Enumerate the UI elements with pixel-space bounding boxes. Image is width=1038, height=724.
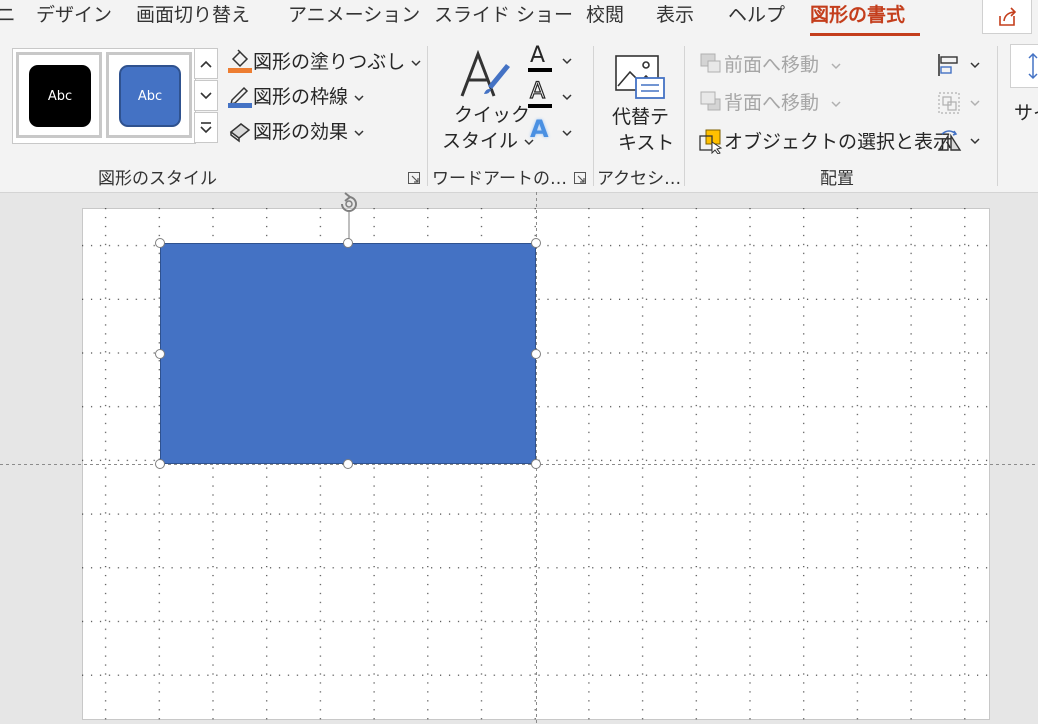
send-backward-icon [700,91,721,111]
group-objects-button[interactable] [936,90,984,116]
dialog-launcher-icon[interactable] [408,172,420,184]
selection-pane-label: オブジェクトの選択と表示 [724,131,953,153]
ribbon: Abc Abc 図形の塗りつぶし 図形の枠線 図形の効果 図形のスタイル クイッ… [0,36,1038,193]
tab-view[interactable]: 表示 [656,2,694,28]
align-left-icon [938,54,958,76]
text-effects-icon: A [530,115,549,143]
style-swatch: Abc [29,65,91,127]
text-outline-color-bar [528,104,552,108]
group-label-arrange: 配置 [820,169,854,189]
chevron-down-icon [970,138,980,145]
share-icon [999,7,1017,26]
chevron-down-icon [411,60,421,67]
tab-design[interactable]: デザイン [36,2,112,28]
chevron-down-icon [562,58,572,65]
chevron-down-icon [354,130,364,137]
chevron-up-icon [200,60,212,68]
chevron-down-icon [562,130,572,137]
chevron-down-icon [970,62,980,69]
resize-handle-left[interactable] [155,349,165,359]
gallery-more-button[interactable] [194,112,218,143]
resize-handle-top-right[interactable] [531,238,541,248]
dialog-launcher-icon[interactable] [574,172,586,184]
effects-icon [229,123,251,143]
tab-help[interactable]: ヘルプ [728,2,785,28]
shape-outline-button[interactable]: 図形の枠線 [227,82,364,110]
resize-handle-right[interactable] [531,349,541,359]
quick-styles-label-text: スタイル [442,130,519,152]
rotate-button[interactable] [936,128,984,154]
shape-style-gallery: Abc Abc [12,48,196,144]
paint-bucket-icon [228,49,252,73]
send-backward-button[interactable]: 背面へ移動 [698,90,841,116]
text-outline-icon: A [529,78,546,104]
tab-transitions[interactable]: 画面切り替え [136,2,250,28]
align-button[interactable] [936,52,984,78]
quick-styles-button[interactable]: クイック スタイル [440,48,534,158]
share-button[interactable] [982,0,1032,34]
bring-forward-button[interactable]: 前面へ移動 [698,52,841,78]
group-label-accessibility: アクセシ… [597,169,682,189]
chevron-down-icon [831,101,841,108]
shape-height-field[interactable] [1010,44,1038,88]
tab-animations-partial[interactable]: アニ [0,2,16,28]
selected-rectangle-shape[interactable] [160,243,536,464]
group-separator [593,46,594,186]
style-swatch: Abc [119,65,181,127]
shape-fill-label: 図形の塗りつぶし [253,51,406,73]
ribbon-tab-bar: アニ デザイン 画面切り替え アニメーション スライド ショー 校閲 表示 ヘル… [0,0,1038,36]
group-label-wordart: ワードアートの… [432,169,567,189]
text-fill-button[interactable]: A [526,43,576,74]
alt-text-label-line1: 代替テ [612,106,670,128]
text-fill-icon: A [530,43,546,68]
size-label-partial: サイ [1014,102,1038,124]
alt-text-icon [615,55,665,99]
expand-gallery-icon [200,121,212,133]
quick-styles-label-line1: クイック [454,104,531,126]
height-arrows-icon [1028,52,1038,80]
wordart-quick-style-icon [460,50,510,97]
shape-outline-label: 図形の枠線 [253,86,349,108]
text-outline-button[interactable]: A [526,78,576,110]
shape-effects-button[interactable]: 図形の効果 [227,117,364,145]
tab-slideshow[interactable]: スライド ショー [434,2,573,28]
shape-fill-button[interactable]: 図形の塗りつぶし [227,47,421,75]
resize-handle-top[interactable] [343,238,353,248]
chevron-down-icon [354,95,364,102]
alt-text-label-line2: キスト [618,132,675,154]
group-separator [684,46,685,186]
quick-styles-label-line2: スタイル [442,128,534,154]
tab-shape-format[interactable]: 図形の書式 [810,2,905,28]
rotation-handle[interactable] [334,190,364,244]
text-fill-color-bar [528,68,552,72]
group-separator [997,46,998,186]
tab-animation[interactable]: アニメーション [288,2,420,28]
group-label-shape-styles: 図形のスタイル [98,169,217,189]
selection-pane-button[interactable]: オブジェクトの選択と表示 [698,128,952,155]
shape-effects-label: 図形の効果 [253,121,349,143]
shape-style-preset-black[interactable]: Abc [16,52,102,138]
chevron-down-icon [831,63,841,70]
chevron-down-icon [970,100,980,107]
gallery-scroll-down-button[interactable] [194,80,218,111]
group-objects-icon [938,92,960,114]
send-backward-label: 背面へ移動 [724,92,820,114]
selection-pane-icon [699,129,723,155]
tab-review[interactable]: 校閲 [586,2,624,28]
gallery-scroll-up-button[interactable] [194,48,218,79]
text-effects-button[interactable]: A [526,115,576,146]
resize-handle-bottom-left[interactable] [155,459,165,469]
chevron-down-icon [200,91,212,99]
shape-style-preset-blue[interactable]: Abc [106,52,192,138]
group-separator [427,46,428,186]
chevron-down-icon [562,94,572,101]
resize-handle-bottom-right[interactable] [531,459,541,469]
pen-icon [228,86,252,108]
rotate-icon [937,130,962,151]
bring-forward-label: 前面へ移動 [724,54,820,76]
resize-handle-bottom[interactable] [343,459,353,469]
bring-forward-icon [700,53,721,73]
resize-handle-top-left[interactable] [155,238,165,248]
alt-text-button[interactable]: 代替テ キスト [604,50,676,154]
